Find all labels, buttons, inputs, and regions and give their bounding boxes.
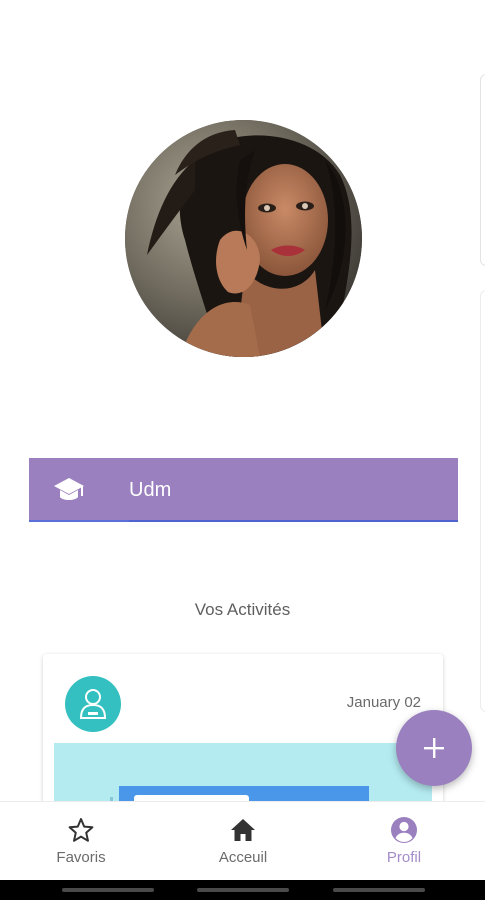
activities-section-title: Vos Activités [194,600,291,619]
nav-label-profil: Profil [386,849,422,866]
school-field[interactable]: Udm [29,458,458,522]
star-icon [68,818,94,842]
system-nav-pill-center[interactable] [197,888,289,892]
system-nav-pill-left[interactable] [62,888,154,892]
add-activity-button[interactable] [396,710,472,786]
nav-label-favoris: Favoris [56,849,106,866]
profile-photo [125,120,362,357]
bottom-navigation: Favoris Acceuil Profil [0,801,485,880]
system-nav-pill-right[interactable] [333,888,425,892]
school-value: Udm [129,479,172,501]
side-card-bottom [480,290,485,712]
system-navigation-bar [0,880,485,900]
home-icon [231,819,255,841]
profile-avatar[interactable] [125,120,362,357]
nav-label-acceuil: Acceuil [218,849,268,866]
nav-item-favoris[interactable]: Favoris [0,802,162,880]
nav-item-acceuil[interactable]: Acceuil [162,802,324,880]
account-circle-icon [391,817,417,843]
activity-card[interactable]: January 02 [43,654,443,824]
nav-item-profil[interactable]: Profil [323,802,485,880]
side-card-top [480,74,485,266]
person-icon [79,689,107,719]
graduation-cap-icon [53,475,85,505]
activity-date: January 02 [346,694,421,711]
activity-user-avatar [65,676,121,732]
plus-icon [424,738,444,758]
profile-screen: Udm Vos Activités January 02 Favoris Acc… [0,0,485,900]
school-field-underline [129,520,458,522]
